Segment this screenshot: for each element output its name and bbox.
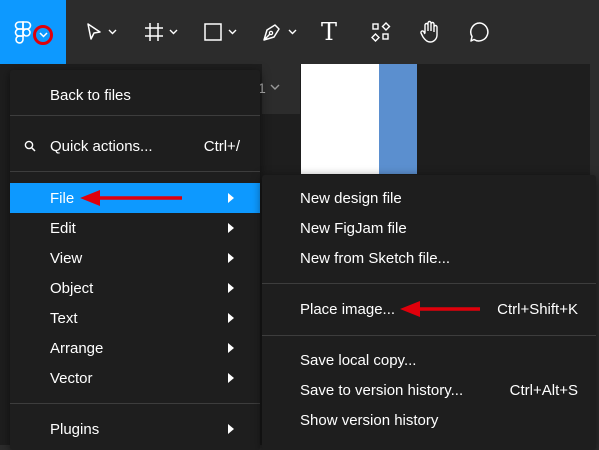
- submenu-arrow-icon: [228, 313, 234, 323]
- submenu-item-new-design-file[interactable]: New design file: [262, 183, 596, 213]
- chevron-down-icon[interactable]: [270, 84, 280, 91]
- canvas-frame-blue[interactable]: [379, 64, 417, 174]
- hand-tool[interactable]: [414, 0, 446, 64]
- shape-tool[interactable]: [198, 0, 242, 64]
- submenu-arrow-icon: [228, 223, 234, 233]
- menu-divider: [262, 335, 596, 336]
- submenu-item-new-from-sketch[interactable]: New from Sketch file...: [262, 243, 596, 273]
- menu-item-view[interactable]: View: [10, 243, 260, 273]
- rectangle-icon: [204, 23, 222, 41]
- move-tool[interactable]: [80, 0, 122, 64]
- annotation-circle: [33, 25, 53, 45]
- toolbar: T: [0, 0, 599, 64]
- menu-item-object[interactable]: Object: [10, 273, 260, 303]
- submenu-arrow-icon: [228, 343, 234, 353]
- submenu-arrow-icon: [228, 253, 234, 263]
- move-pointer-icon: [87, 23, 101, 40]
- menu-item-plugins[interactable]: Plugins: [10, 414, 260, 444]
- components-icon: [371, 22, 391, 42]
- shortcut-label: Ctrl+Shift+K: [497, 300, 578, 318]
- hand-icon: [420, 20, 438, 43]
- menu-divider: [10, 115, 260, 116]
- chevron-down-icon: [288, 29, 297, 35]
- submenu-item-save-local-copy[interactable]: Save local copy...: [262, 345, 596, 375]
- submenu-arrow-icon: [228, 373, 234, 383]
- canvas-frame-white[interactable]: [301, 64, 379, 174]
- menu-item-quick-actions[interactable]: Quick actions... Ctrl+/: [10, 131, 260, 161]
- main-menu: Back to files Quick actions... Ctrl+/ Fi…: [10, 70, 260, 450]
- menu-item-arrange[interactable]: Arrange: [10, 333, 260, 363]
- annotation-arrow-file: [80, 190, 182, 206]
- chevron-down-icon: [228, 29, 237, 35]
- pen-tool[interactable]: [256, 0, 302, 64]
- menu-item-text[interactable]: Text: [10, 303, 260, 333]
- chevron-down-icon: [39, 32, 48, 38]
- menu-divider: [10, 171, 260, 172]
- submenu-arrow-icon: [228, 424, 234, 434]
- chevron-down-icon: [169, 29, 178, 35]
- submenu-arrow-icon: [228, 193, 234, 203]
- submenu-item-show-version-history[interactable]: Show version history: [262, 405, 596, 435]
- annotation-arrow-place-image: [400, 301, 480, 317]
- frame-tool[interactable]: [140, 0, 182, 64]
- submenu-arrow-icon: [228, 283, 234, 293]
- menu-item-edit[interactable]: Edit: [10, 213, 260, 243]
- menu-divider: [262, 283, 596, 284]
- submenu-item-save-to-version-history[interactable]: Save to version history... Ctrl+Alt+S: [262, 375, 596, 405]
- text-tool[interactable]: T: [314, 0, 344, 64]
- comment-tool[interactable]: [464, 0, 496, 64]
- submenu-item-new-figjam-file[interactable]: New FigJam file: [262, 213, 596, 243]
- main-menu-button[interactable]: [0, 0, 66, 64]
- figma-logo-icon: [14, 21, 32, 44]
- text-icon: T: [320, 18, 337, 46]
- properties-bar: [262, 64, 300, 114]
- comment-icon: [470, 22, 489, 42]
- chevron-down-icon: [108, 29, 117, 35]
- resources-tool[interactable]: [366, 0, 396, 64]
- menu-item-back-to-files[interactable]: Back to files: [10, 80, 260, 110]
- menu-item-vector[interactable]: Vector: [10, 363, 260, 393]
- frame-hash-icon: [145, 23, 163, 41]
- menu-divider: [10, 403, 260, 404]
- search-icon: [24, 140, 36, 152]
- shortcut-label: Ctrl+Alt+S: [509, 381, 578, 399]
- shortcut-label: Ctrl+/: [203, 137, 240, 155]
- pen-icon: [263, 24, 280, 41]
